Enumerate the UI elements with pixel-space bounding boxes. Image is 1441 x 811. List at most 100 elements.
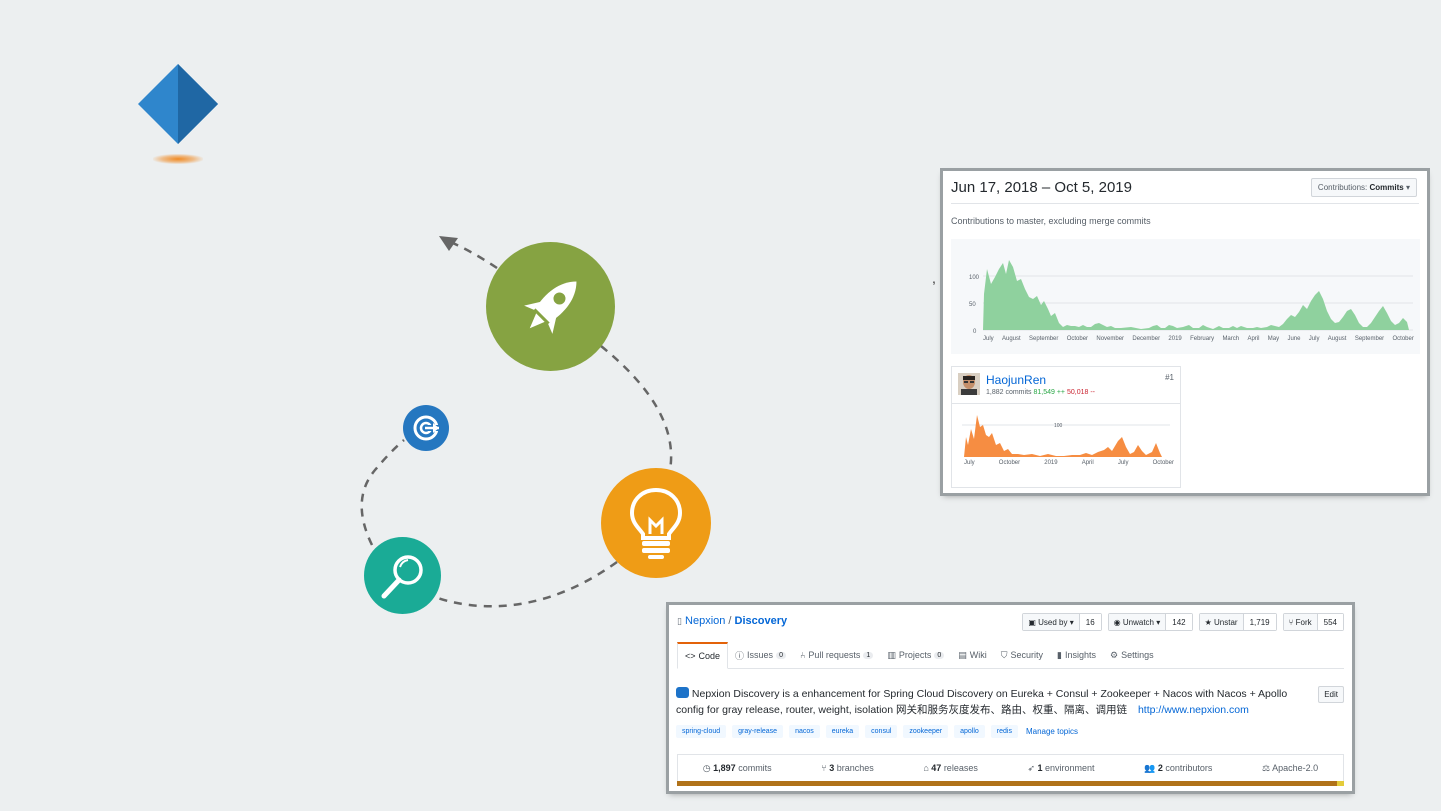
star-label: Unstar [1214,617,1238,627]
x-tick: July [1308,336,1320,342]
summary-label: branches [836,763,874,773]
summary-count: 47 [931,763,944,773]
used-by-count[interactable]: 16 [1079,614,1101,630]
x-tick: April [1247,336,1260,342]
fork-label: Fork [1295,617,1312,627]
topic-tag[interactable]: nacos [789,725,820,738]
summary-label: contributors [1165,762,1213,773]
x-tick: October [1066,336,1089,342]
x-tick: October [998,460,1021,466]
tab-label: Projects [898,650,932,660]
repo-tabs: <> Code ⓘ Issues 0 ⑃ Pull requests 1 ▥ Project… [677,642,1344,669]
pull-request-icon: ⑃ [799,650,806,660]
x-tick: October [1392,336,1414,342]
x-tick: February [1190,336,1215,342]
summary-label: environment [1045,762,1095,773]
tab-insights[interactable]: ▮ Insights [1050,642,1103,668]
tab-issues[interactable]: ⓘ Issues 0 [728,642,793,668]
topic-tag[interactable]: gray-release [732,725,784,738]
tab-pull-requests[interactable]: ⑃ Pull requests 1 [793,642,880,668]
topic-tag[interactable]: spring-cloud [676,725,727,738]
tab-code[interactable]: <> Code [677,642,729,669]
x-tick: May [1267,336,1280,342]
deletions-count: 50,018 -- [1066,389,1095,396]
y-tick: 0 [973,329,977,335]
x-tick: July [964,460,975,466]
repo-name-link[interactable]: Discovery [735,615,788,627]
summary-Apache-2.0[interactable]: ⚖ Apache-2.0 [1262,763,1318,774]
repo-panel: ▯ Nepxion / Discovery ▣ Used by ▾ 16 ◉ U… [669,605,1352,791]
star-count[interactable]: 1,719 [1243,614,1276,630]
project-icon: ▥ [887,649,896,660]
avatar[interactable] [958,373,980,395]
tab-projects[interactable]: ▥ Projects 0 [880,642,951,668]
tab-label: Settings [1121,650,1154,660]
repo-summary: ◷ 1,897 commits ⑂ 3 branches ⌂ 47 releases… [677,754,1344,781]
fork-button[interactable]: ⑂ Fork 554 [1282,613,1344,631]
language-segment-other [1337,781,1344,786]
topic-tag[interactable]: consul [865,725,898,738]
summary-count: 3 [829,763,837,773]
fork-icon: ⑂ [1288,617,1296,627]
x-tick: July [983,336,994,342]
commit-count[interactable]: 1,882 commits [986,389,1032,396]
contributor-name[interactable]: HaojunRen [986,373,1046,387]
tab-label: Wiki [969,650,987,660]
contributions-note: Contributions to master, excluding merge… [951,216,1151,226]
graph-icon: ▮ [1057,649,1062,660]
contributor-meta: 1,882 commits 81,549 ++ 50,018 -- [986,389,1095,396]
tab-settings[interactable]: ⚙ Settings [1103,642,1161,668]
used-by-button[interactable]: ▣ Used by ▾ 16 [1022,613,1102,631]
x-tick: March [1222,336,1240,342]
book-icon: ▤ [958,649,967,660]
manage-topics-link[interactable]: Manage topics [1026,727,1078,736]
chevron-down-icon: ▾ [1405,183,1410,192]
x-tick: October [1152,460,1174,466]
commits-area [983,260,1409,330]
x-tick: 2019 [1168,336,1182,342]
tab-security[interactable]: ⛉ Security [994,642,1050,668]
law-icon: ⚖ [1262,762,1273,773]
topic-tag[interactable]: eureka [825,725,860,738]
repo-description: Nepxion Discovery is a enhancement for S… [676,686,1316,718]
commits-chart: 100 50 0 July August September October Novem… [951,239,1420,354]
summary-branches[interactable]: ⑂ 3 branches [821,763,873,773]
star-button[interactable]: ★ Unstar 1,719 [1198,613,1277,631]
repo-homepage-link[interactable]: http://www.nepxion.com [1138,704,1249,716]
contributions-dropdown[interactable]: Contributions: Commits ▾ [1310,178,1417,197]
summary-environment[interactable]: ➶ 1 environment [1027,763,1094,774]
topic-tag[interactable]: apollo [954,725,985,738]
x-tick: 2019 [1044,460,1058,466]
divider [952,403,1180,404]
commit-icon: ◷ [702,762,714,773]
language-segment-main [677,781,1338,786]
topic-tag[interactable]: zookeeper [903,725,949,738]
x-tick: July [1117,460,1129,466]
topic-tag[interactable]: redis [990,725,1018,738]
lightbulb-circle [601,468,711,578]
contributor-rank: #1 [1165,373,1174,382]
gear-icon: ⚙ [1110,649,1119,660]
rocket-icon [523,281,576,334]
watch-count[interactable]: 142 [1166,614,1192,630]
tab-count: 0 [776,651,786,659]
summary-commits[interactable]: ◷ 1,897 commits [703,763,772,774]
edit-button[interactable]: Edit [1318,686,1344,703]
target-icon [413,415,441,441]
repo-emoji-icon [676,687,689,698]
people-icon: 👥 [1144,762,1158,773]
watch-button[interactable]: ◉ Unwatch ▾ 142 [1107,613,1193,631]
contributor-area [964,415,1162,457]
summary-releases[interactable]: ⌂ 47 releases [923,763,977,773]
fork-count[interactable]: 554 [1317,614,1343,630]
x-tick: April [1081,460,1094,466]
x-tick: December [1132,336,1161,342]
repo-slash: / [725,615,735,627]
x-tick: November [1096,336,1125,342]
tab-label: Pull requests [808,650,861,660]
tab-wiki[interactable]: ▤ Wiki [951,642,994,668]
repo-owner-link[interactable]: Nepxion [685,615,725,627]
y-tick: 100 [969,275,980,281]
summary-contributors[interactable]: 👥 2 contributors [1144,763,1212,774]
repo-title: ▯ Nepxion / Discovery [677,615,787,627]
